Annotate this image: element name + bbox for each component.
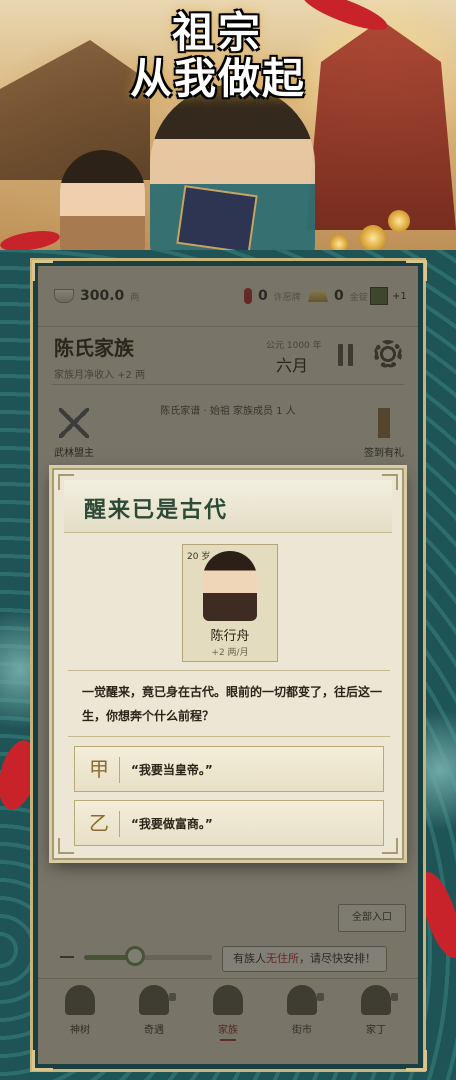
wish-token-value: 0 [258, 288, 268, 304]
speed-control: 有族人无住所，请尽快安排！ [38, 942, 418, 972]
mountain-icon [139, 985, 169, 1015]
settings-gear-icon[interactable] [374, 340, 402, 368]
bottom-tab-bar: 神树 奇遇 家族 街市 家丁 [38, 978, 418, 1064]
family-name: 陈氏家族 [54, 336, 134, 360]
dialog-divider [68, 670, 390, 671]
logo-line-2: 从我做起 [129, 54, 306, 103]
tab-label: 街市 [292, 1025, 312, 1036]
dialog-divider [68, 736, 390, 737]
family-header: 陈氏家族 家族月净收入 +2 两 公元 1000 年 六月 [54, 332, 402, 388]
dialog-corner [58, 838, 74, 854]
scroll-gift-icon [369, 408, 399, 438]
choice-text: “我要做富商。” [131, 817, 213, 831]
gold-ingot-icon [308, 290, 328, 302]
lock-icon [317, 993, 324, 1001]
choice-divider [119, 757, 120, 783]
servant-icon [361, 985, 391, 1015]
character-card[interactable]: 20 岁 陈行舟 +2 两/月 [182, 544, 278, 662]
pause-button[interactable] [338, 344, 354, 366]
gold-stat[interactable]: 0 金锭 [308, 286, 368, 306]
crossed-swords-icon [59, 408, 89, 438]
tree-icon [65, 985, 95, 1015]
dialog-title-bar: 醒来已是古代 [64, 480, 392, 533]
lock-icon [169, 993, 176, 1001]
divider [52, 384, 404, 385]
tab-encounters[interactable]: 奇遇 [124, 985, 184, 1036]
dialog-corner [382, 838, 398, 854]
notice-highlight: 无住所 [266, 952, 299, 965]
tab-label: 神树 [70, 1025, 90, 1036]
pause-icon [338, 344, 343, 366]
dialog-title: 醒来已是古代 [84, 498, 229, 523]
wish-token-stat[interactable]: 0 许愿牌 [244, 286, 301, 306]
gold-label: 金锭 [349, 292, 368, 303]
active-tab-indicator [220, 1039, 236, 1041]
lock-icon [391, 993, 398, 1001]
book-art [176, 185, 258, 254]
choice-mark: 甲 [89, 757, 109, 781]
choice-emperor-button[interactable]: 甲 “我要当皇帝。” [74, 746, 384, 792]
scroll-icon [370, 287, 388, 305]
family-income: 家族月净收入 +2 两 [54, 370, 146, 381]
notice-post: ，请尽快安排！ [299, 952, 376, 965]
character-income: +2 两/月 [211, 648, 249, 658]
tab-label: 奇遇 [144, 1025, 164, 1036]
tab-sacred-tree[interactable]: 神树 [50, 985, 110, 1036]
tab-label: 家丁 [366, 1025, 386, 1036]
bonus-stat[interactable]: +1 [370, 286, 407, 306]
story-text: 一觉醒来，竟已身在古代。眼前的一切都变了，往后这一生，你想奔个什么前程？ [82, 685, 383, 723]
character-portrait [203, 551, 257, 621]
checkin-gift-label: 签到有礼 [364, 448, 404, 459]
choice-mark: 乙 [89, 811, 109, 835]
house-icon [213, 985, 243, 1015]
silver-value: 300.0 [80, 288, 125, 304]
notice-pre: 有族人 [233, 952, 266, 965]
choice-text: “我要当皇帝。” [131, 763, 213, 777]
tab-servants[interactable]: 家丁 [346, 985, 406, 1036]
tab-label: 家族 [218, 1025, 238, 1036]
logo-line-1: 祖宗 [171, 8, 264, 57]
checkin-gift-button[interactable]: 签到有礼 [354, 408, 414, 459]
wish-token-label: 许愿牌 [273, 292, 301, 303]
character-name: 陈行舟 [210, 629, 250, 644]
market-icon [287, 985, 317, 1015]
gold-value: 0 [334, 288, 344, 304]
era-year: 公元 1000 年 [266, 341, 322, 351]
pause-icon-bar [348, 344, 353, 366]
child-character-art [60, 150, 145, 260]
current-month: 六月 [276, 356, 309, 375]
speed-slider-rest [135, 955, 212, 960]
housing-notice[interactable]: 有族人无住所，请尽快安排！ [222, 946, 387, 972]
resource-bar: 300.0 两 0 许愿牌 0 金锭 +1 [38, 266, 418, 327]
bonus-value: +1 [392, 290, 407, 302]
all-entries-button[interactable]: 全部入口 [338, 904, 406, 932]
tab-family[interactable]: 家族 [198, 985, 258, 1041]
minus-icon[interactable] [60, 956, 74, 958]
silver-ingot-icon [54, 289, 74, 303]
silver-unit: 两 [130, 292, 140, 303]
tab-market[interactable]: 街市 [272, 985, 332, 1036]
martial-leader-label: 武林盟主 [54, 448, 94, 459]
story-dialog: 醒来已是古代 20 岁 陈行舟 +2 两/月 一觉醒来，竟已身在古代。眼前的一切… [52, 468, 404, 860]
wish-token-icon [244, 288, 252, 304]
martial-leader-button[interactable]: 武林盟主 [44, 408, 104, 459]
speed-slider-knob[interactable] [125, 946, 146, 966]
character-age: 20 岁 [187, 552, 211, 562]
gold-coin-art [360, 225, 386, 251]
silver-stat[interactable]: 300.0 两 [54, 286, 139, 306]
choice-divider [119, 811, 120, 837]
game-logo: 祖宗 从我做起 [108, 10, 328, 106]
gold-coin-art [388, 210, 410, 232]
choice-merchant-button[interactable]: 乙 “我要做富商。” [74, 800, 384, 846]
